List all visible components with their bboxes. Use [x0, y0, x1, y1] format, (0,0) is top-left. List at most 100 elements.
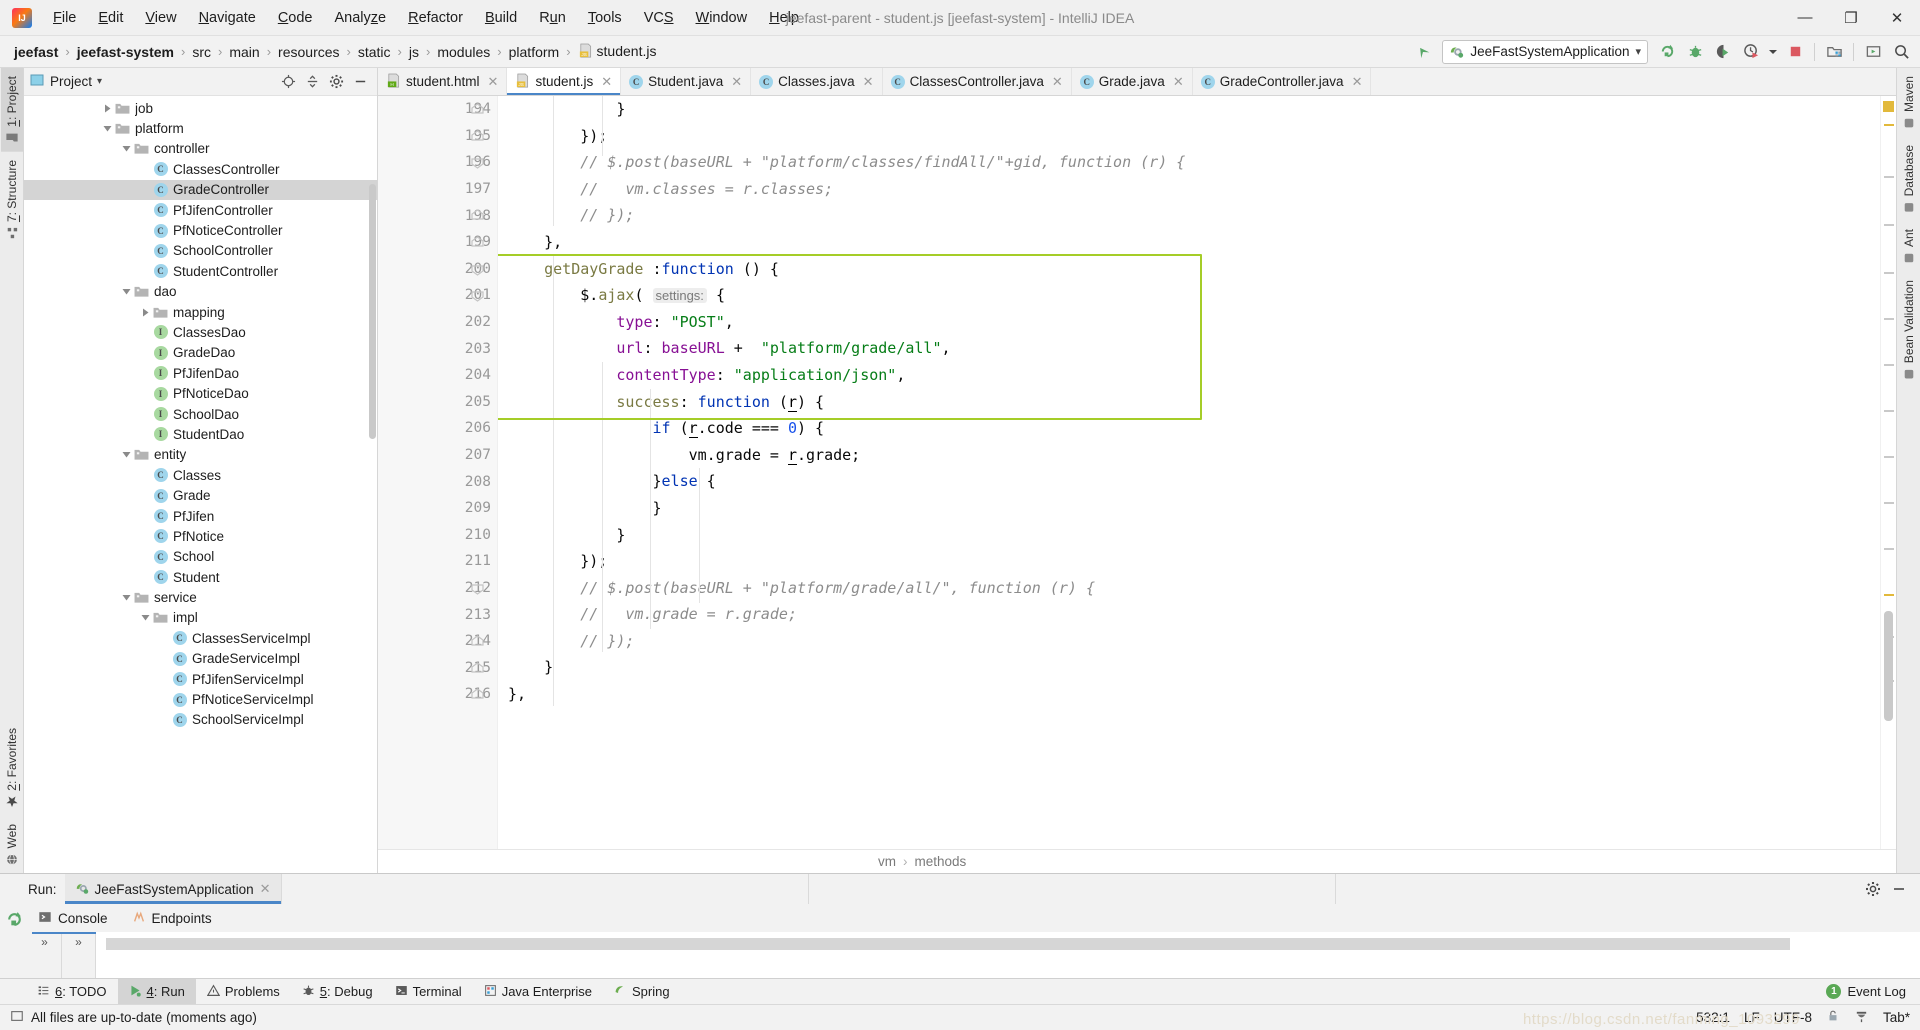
tool-tab-bean-validation[interactable]: Bean Validation	[1898, 272, 1920, 388]
fold-marker[interactable]	[471, 263, 484, 276]
bottom-tab-spring[interactable]: Spring	[603, 979, 681, 1004]
stripe-marker[interactable]	[1884, 272, 1894, 274]
fold-marker[interactable]	[471, 289, 484, 302]
tree-row[interactable]: I PfNoticeDao	[24, 383, 377, 403]
tree-row[interactable]: I SchoolDao	[24, 404, 377, 424]
fold-marker[interactable]	[471, 236, 484, 249]
stripe-marker[interactable]	[1884, 318, 1894, 320]
structure-crumb[interactable]: vm	[878, 854, 896, 869]
chevron-right-icon[interactable]	[138, 308, 152, 317]
menu-tools[interactable]: Tools	[577, 5, 633, 31]
indent-setting[interactable]: Tab*	[1883, 1010, 1910, 1025]
editor-tab-classescontroller-java[interactable]: C ClassesController.java ✕	[882, 68, 1072, 95]
code-line[interactable]: });	[498, 123, 1880, 150]
tool-tab-1--project[interactable]: 1: Project	[0, 68, 23, 152]
updates-icon[interactable]	[1860, 40, 1886, 64]
code-editor[interactable]: } }); // $.post(baseURL + "platform/clas…	[498, 96, 1880, 849]
tree-row[interactable]: service	[24, 587, 377, 607]
menu-vcs[interactable]: VCS	[633, 5, 685, 31]
menu-code[interactable]: Code	[267, 5, 324, 31]
event-log-label[interactable]: Event Log	[1847, 984, 1906, 999]
breadcrumb-item-resources[interactable]: resources	[274, 42, 343, 62]
stripe-marker[interactable]	[1884, 594, 1894, 596]
editor-tab-classes-java[interactable]: C Classes.java ✕	[751, 68, 883, 95]
error-stripe-markers[interactable]	[1880, 96, 1896, 849]
stripe-marker[interactable]	[1884, 224, 1894, 226]
editor-tab-grade-java[interactable]: C Grade.java ✕	[1071, 68, 1193, 95]
breadcrumb-item-jeefast-system[interactable]: jeefast-system	[73, 42, 178, 62]
fold-marker[interactable]	[471, 582, 484, 595]
tree-row[interactable]: C ClassesServiceImpl	[24, 628, 377, 648]
tree-row[interactable]: C PfNoticeController	[24, 220, 377, 240]
bottom-tab-java-enterprise[interactable]: Java Enterprise	[473, 979, 603, 1004]
rerun-icon[interactable]	[1654, 40, 1680, 64]
code-line[interactable]: }	[498, 522, 1880, 549]
bottom-tab-6--todo[interactable]: 6: TODO	[26, 979, 118, 1004]
bottom-tab-4--run[interactable]: 4: Run	[117, 979, 196, 1004]
editor-tab-gradecontroller-java[interactable]: C GradeController.java ✕	[1192, 68, 1372, 95]
tree-row[interactable]: C SchoolServiceImpl	[24, 710, 377, 730]
code-line[interactable]: // vm.classes = r.classes;	[498, 176, 1880, 203]
fold-marker[interactable]	[471, 688, 484, 701]
code-line[interactable]: type: "POST",	[498, 309, 1880, 336]
tree-row[interactable]: impl	[24, 608, 377, 628]
code-line[interactable]: // });	[498, 202, 1880, 229]
tree-row[interactable]: controller	[24, 139, 377, 159]
tree-row[interactable]: C GradeServiceImpl	[24, 649, 377, 669]
tool-tab-7--structure[interactable]: 7: Structure	[1, 152, 23, 247]
editor-tab-student-java[interactable]: C Student.java ✕	[621, 68, 752, 95]
fold-marker[interactable]	[471, 103, 484, 116]
chevron-down-icon[interactable]: ▾	[1635, 45, 1641, 58]
chevron-down-icon[interactable]	[1766, 40, 1780, 64]
chevron-down-icon[interactable]	[119, 287, 133, 296]
tree-row[interactable]: entity	[24, 445, 377, 465]
lock-icon[interactable]	[1826, 1009, 1840, 1026]
menu-window[interactable]: Window	[685, 5, 759, 31]
breadcrumb-item-jeefast[interactable]: jeefast	[10, 42, 62, 62]
breadcrumb-item-static[interactable]: static	[354, 42, 395, 62]
tree-row[interactable]: I GradeDao	[24, 343, 377, 363]
menu-build[interactable]: Build	[474, 5, 528, 31]
close-icon[interactable]: ✕	[488, 74, 499, 90]
chevron-down-icon[interactable]	[119, 144, 133, 153]
tree-row[interactable]: mapping	[24, 302, 377, 322]
tree-row[interactable]: C PfNotice	[24, 526, 377, 546]
bottom-tab-terminal[interactable]: Terminal	[384, 979, 473, 1004]
tree-row[interactable]: C Grade	[24, 485, 377, 505]
stripe-marker[interactable]	[1884, 502, 1894, 504]
code-line[interactable]: url: baseURL + "platform/grade/all",	[498, 335, 1880, 362]
expand-chevrons-icon-2[interactable]: »	[75, 932, 82, 949]
tool-tab-2--favorites[interactable]: 2: Favorites	[1, 720, 23, 816]
debug-icon[interactable]	[1682, 40, 1708, 64]
line-separator[interactable]: LF	[1744, 1010, 1760, 1025]
locate-icon[interactable]	[277, 71, 299, 93]
stripe-marker[interactable]	[1884, 410, 1894, 412]
tool-tab-web[interactable]: Web	[1, 816, 23, 873]
fold-marker[interactable]	[471, 156, 484, 169]
run-session-tab[interactable]: JeeFastSystemApplication ✕	[64, 874, 281, 904]
tree-row[interactable]: I StudentDao	[24, 424, 377, 444]
event-log-area[interactable]: 1 Event Log	[1826, 979, 1920, 1004]
menu-navigate[interactable]: Navigate	[188, 5, 267, 31]
run-configuration-selector[interactable]: JeeFastSystemApplication ▾	[1442, 39, 1648, 64]
editor-tab-student-html[interactable]: H student.html ✕	[378, 68, 508, 95]
menu-run[interactable]: Run	[528, 5, 577, 31]
tree-row[interactable]: dao	[24, 282, 377, 302]
menu-refactor[interactable]: Refactor	[397, 5, 474, 31]
tree-row[interactable]: C PfNoticeServiceImpl	[24, 689, 377, 709]
code-line[interactable]: contentType: "application/json",	[498, 362, 1880, 389]
code-line[interactable]: getDayGrade :function () {	[498, 256, 1880, 283]
fold-marker[interactable]	[471, 209, 484, 222]
minimize-button[interactable]: —	[1782, 0, 1828, 35]
profiler-icon[interactable]	[1738, 40, 1764, 64]
close-icon[interactable]: ✕	[863, 74, 874, 90]
code-line[interactable]: if (r.code === 0) {	[498, 415, 1880, 442]
code-line[interactable]: vm.grade = r.grade;	[498, 442, 1880, 469]
code-line[interactable]: success: function (r) {	[498, 389, 1880, 416]
tool-tab-database[interactable]: Database	[1898, 137, 1920, 221]
code-line[interactable]: // $.post(baseURL + "platform/classes/fi…	[498, 149, 1880, 176]
chevron-down-icon[interactable]	[138, 613, 152, 622]
tree-row[interactable]: C Student	[24, 567, 377, 587]
breadcrumb-item-main[interactable]: main	[225, 42, 263, 62]
tree-row[interactable]: C GradeController	[24, 179, 377, 200]
